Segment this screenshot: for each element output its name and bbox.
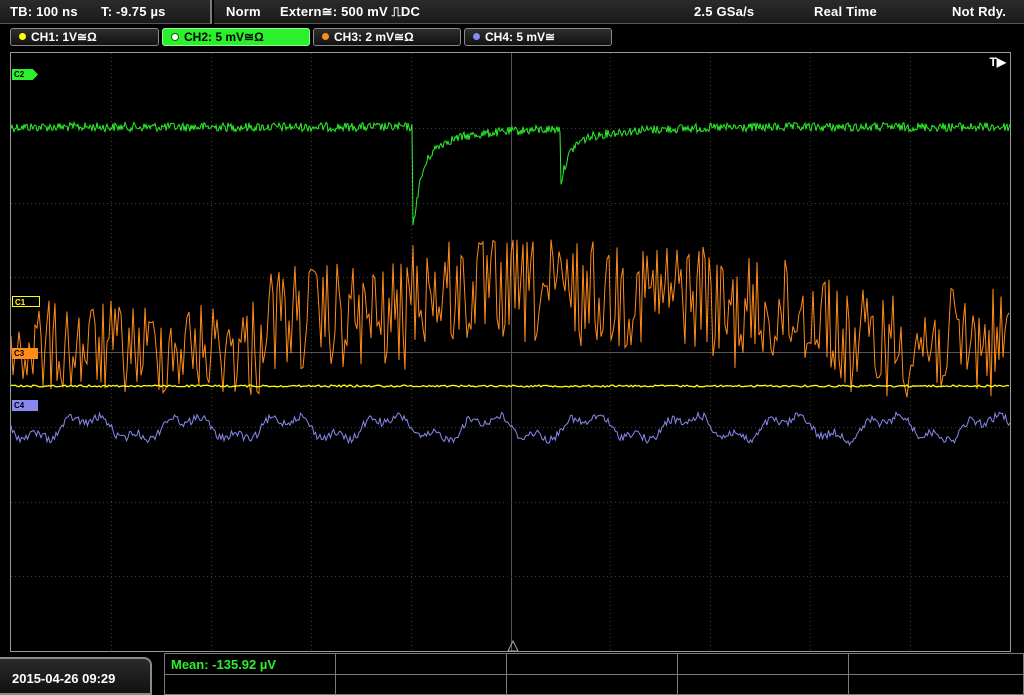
ch2-marker-label: C2 bbox=[14, 70, 25, 79]
measurement-cell[interactable] bbox=[335, 674, 507, 695]
ch4-marker-label: C4 bbox=[14, 401, 25, 410]
waveform-plot bbox=[11, 53, 1010, 651]
ch2-color-dot bbox=[171, 32, 179, 41]
measurement-cell[interactable] bbox=[848, 653, 1024, 675]
trigger-mode: Norm bbox=[226, 4, 261, 19]
ch1-marker-label: C1 bbox=[15, 298, 26, 307]
ch1-color-dot bbox=[19, 33, 26, 41]
date-time: 2015-04-26 09:29 bbox=[12, 671, 116, 686]
measurement-table[interactable]: Mean: -135.92 µV bbox=[164, 653, 1024, 695]
ch3-color-dot bbox=[322, 33, 329, 41]
waveform-display[interactable]: T▶ bbox=[10, 52, 1011, 652]
measurement-cell[interactable] bbox=[848, 674, 1024, 695]
timebase-box[interactable]: TB: 100 ns T: -9.75 µs bbox=[0, 0, 212, 24]
ch3-trace bbox=[11, 239, 1010, 398]
trigger-time-readout: T: -9.75 µs bbox=[101, 4, 166, 19]
ch1-label: CH1: 1V≅Ω bbox=[31, 30, 97, 44]
ch1-trace bbox=[11, 384, 1010, 388]
measurement-cell[interactable] bbox=[164, 674, 336, 695]
measurement-cell[interactable] bbox=[677, 674, 849, 695]
measurement-cell[interactable] bbox=[677, 653, 849, 675]
ch3-offset-marker[interactable]: C3 bbox=[12, 348, 38, 359]
ch3-label: CH3: 2 mV≅Ω bbox=[334, 30, 414, 44]
ch2-offset-marker[interactable]: C2 bbox=[12, 69, 38, 80]
date-time-box: 2015-04-26 09:29 bbox=[0, 657, 152, 695]
trigger-position-marker bbox=[507, 639, 519, 651]
timebase-readout: TB: 100 ns bbox=[10, 4, 78, 19]
acquisition-mode: Real Time bbox=[814, 4, 877, 19]
channel-tab-ch1[interactable]: CH1: 1V≅Ω bbox=[10, 28, 159, 46]
ch3-marker-label: C3 bbox=[14, 349, 25, 358]
ch2-label: CH2: 5 mV≅Ω bbox=[184, 30, 264, 44]
ch4-label: CH4: 5 mV≅ bbox=[485, 30, 556, 44]
sample-rate: 2.5 GSa/s bbox=[694, 4, 755, 19]
trigger-box[interactable]: Norm Extern≅: 500 mV ⎍DC 2.5 GSa/s Real … bbox=[214, 0, 1024, 24]
channel-tab-ch2[interactable]: CH2: 5 mV≅Ω bbox=[162, 28, 310, 46]
measurement-cell[interactable] bbox=[506, 674, 678, 695]
measurement-cell[interactable] bbox=[506, 653, 678, 675]
graticule bbox=[11, 53, 1010, 651]
measurement-cell[interactable]: Mean: -135.92 µV bbox=[164, 653, 336, 675]
ch2-trace bbox=[11, 120, 1010, 226]
ch4-trace bbox=[11, 410, 1010, 447]
status-bar: TB: 100 ns T: -9.75 µs Norm Extern≅: 500… bbox=[0, 0, 1024, 24]
channel-tab-ch3[interactable]: CH3: 2 mV≅Ω bbox=[313, 28, 461, 46]
channel-tab-ch4[interactable]: CH4: 5 mV≅ bbox=[464, 28, 612, 46]
ch4-offset-marker[interactable]: C4 bbox=[12, 400, 38, 411]
trigger-source: Extern≅: 500 mV ⎍DC bbox=[280, 4, 421, 19]
ch1-offset-marker[interactable]: C1 bbox=[12, 296, 40, 307]
ch4-color-dot bbox=[473, 33, 480, 41]
trigger-flag-icon: T▶ bbox=[989, 55, 1006, 69]
mean-measurement: Mean: -135.92 µV bbox=[171, 657, 277, 672]
acquisition-status: Not Rdy. bbox=[952, 4, 1007, 19]
measurement-cell[interactable] bbox=[335, 653, 507, 675]
